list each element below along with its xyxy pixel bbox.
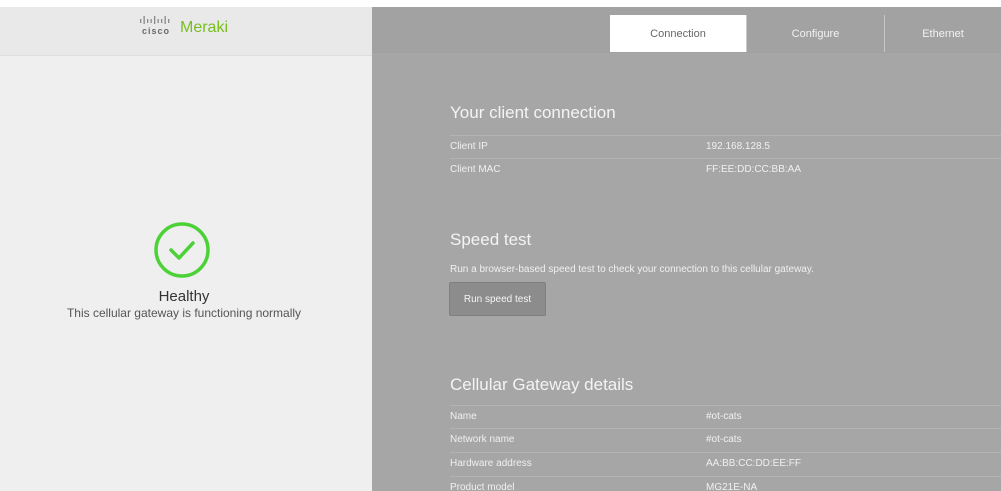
tab-configure-label: Configure <box>791 27 840 40</box>
gateway-name-value: #ot-cats <box>706 411 742 422</box>
tab-connection-label: Connection <box>650 27 706 40</box>
details-panel: Connection Configure Ethernet Your clien… <box>372 7 1001 491</box>
client-mac-value: FF:EE:DD:CC:BB:AA <box>706 164 802 175</box>
network-name-row: Network name #ot-cats <box>450 428 1001 451</box>
status-title: Healthy <box>158 288 210 305</box>
status-subtitle: This cellular gateway is functioning nor… <box>66 306 302 320</box>
network-name-value: #ot-cats <box>706 434 742 445</box>
product-model-value: MG21E-NA <box>706 482 758 491</box>
meraki-wordmark: Meraki <box>180 19 229 36</box>
cisco-wordmark: cisco <box>141 26 170 36</box>
tab-bar: Connection Configure Ethernet <box>372 7 1001 53</box>
client-ip-value: 192.168.128.5 <box>706 141 770 152</box>
network-name-label: Network name <box>450 434 515 445</box>
app-frame: cisco Meraki Healthy This cellular gatew… <box>0 0 1001 491</box>
tab-connection[interactable]: Connection <box>610 15 746 52</box>
cisco-bars-icon <box>140 16 170 24</box>
gateway-details-title: Cellular Gateway details <box>450 375 634 394</box>
cisco-logo: cisco <box>138 14 174 36</box>
client-connection-title: Your client connection <box>450 103 616 122</box>
hardware-address-label: Hardware address <box>450 458 532 469</box>
client-ip-row: Client IP 192.168.128.5 <box>450 135 1001 158</box>
run-speed-test-button[interactable]: Run speed test <box>449 282 546 316</box>
gateway-name-row: Name #ot-cats <box>450 405 1001 428</box>
client-ip-label: Client IP <box>450 141 488 152</box>
client-mac-label: Client MAC <box>450 164 501 175</box>
speed-test-description: Run a browser-based speed test to check … <box>450 264 814 275</box>
check-circle-icon <box>154 222 210 278</box>
hardware-address-value: AA:BB:CC:DD:EE:FF <box>706 458 802 469</box>
speed-test-title: Speed test <box>450 230 532 249</box>
product-model-row: Product model MG21E-NA <box>450 476 1001 491</box>
status-panel: cisco Meraki Healthy This cellular gatew… <box>0 7 372 491</box>
product-model-label: Product model <box>450 482 515 491</box>
hardware-address-row: Hardware address AA:BB:CC:DD:EE:FF <box>450 452 1001 475</box>
tab-configure[interactable]: Configure <box>746 15 884 52</box>
brand-header: cisco Meraki <box>0 7 372 56</box>
tab-ethernet-label: Ethernet <box>922 27 964 40</box>
gateway-name-label: Name <box>450 411 477 422</box>
tab-ethernet[interactable]: Ethernet <box>884 15 1001 52</box>
client-mac-row: Client MAC FF:EE:DD:CC:BB:AA <box>450 158 1001 181</box>
